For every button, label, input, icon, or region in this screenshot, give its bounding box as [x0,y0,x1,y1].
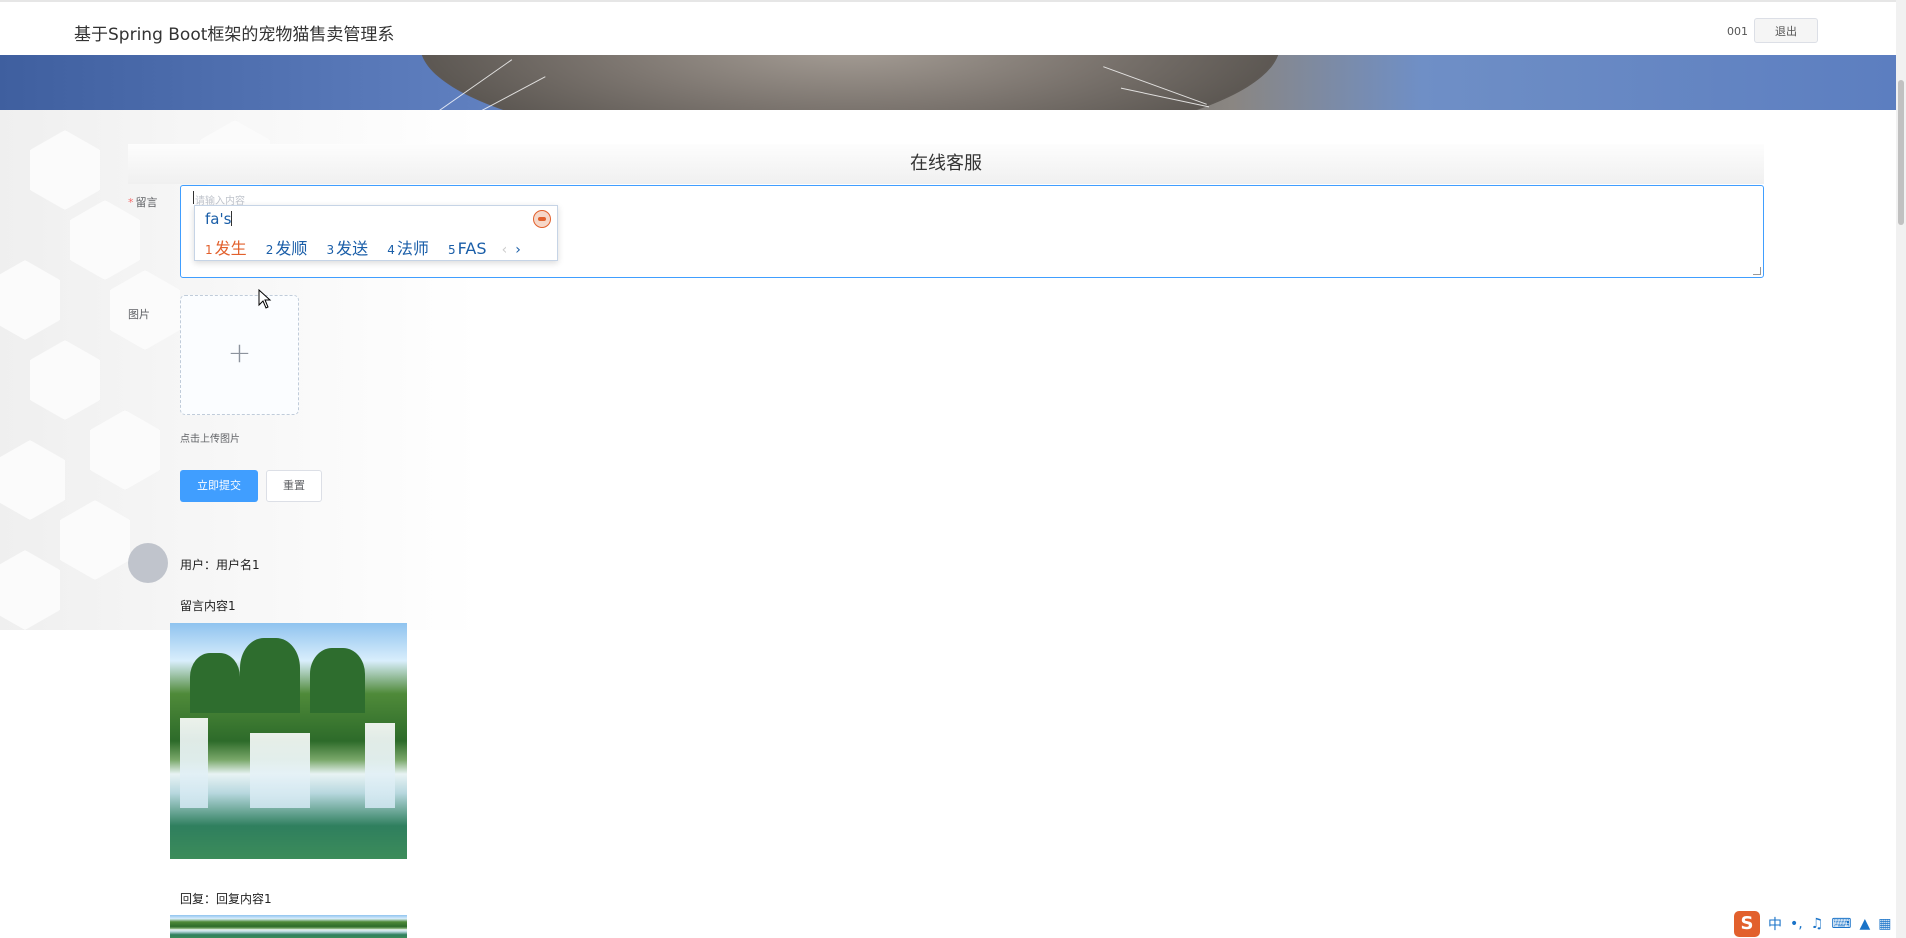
scrollbar-thumb[interactable] [1898,80,1904,225]
hexagon-decoration [0,260,60,340]
banner-image [0,55,1896,110]
ime-status-bar: S 中 •, ♫ ⌨ ▲ ▦ [1734,910,1892,938]
ime-candidate[interactable]: 4 法师 [387,239,429,258]
reset-button[interactable]: 重置 [266,470,322,502]
top-navbar: 基于Spring Boot框架的宠物猫售卖管理系 001 退出 [0,0,1896,55]
site-title: 基于Spring Boot框架的宠物猫售卖管理系 [74,25,395,45]
ime-cursor [231,211,233,226]
ime-candidate-number: 3 [326,243,335,257]
hexagon-decoration [30,340,100,420]
ime-next-page-icon[interactable]: › [515,242,521,258]
landscape-waterfall [365,723,395,808]
ime-candidate-number: 4 [387,243,395,257]
message-label-text: 留言 [135,196,158,209]
mouse-pointer-icon [258,289,272,309]
landscape-waterfall [180,718,208,808]
ime-candidate-text: 法师 [396,239,429,258]
reply-image [170,915,407,938]
toolbox-grid-icon[interactable]: ▦ [1878,916,1891,932]
landscape-mountain [240,638,300,713]
hexagon-decoration [60,500,130,580]
sogou-logo-icon[interactable]: S [1734,911,1760,937]
landscape-mountain [190,653,240,713]
ime-pinyin-input: fa's [205,210,233,228]
current-user-id: 001 [1727,25,1748,38]
skin-shirt-icon[interactable]: ▲ [1860,916,1871,932]
image-label: 图片 [128,308,150,321]
text-caret [193,191,194,204]
comment-user: 用户：用户名1 [180,558,260,572]
comment-image [170,623,407,859]
ime-language-mode[interactable]: 中 [1768,914,1782,934]
logout-button[interactable]: 退出 [1754,18,1818,43]
hexagon-decoration [0,550,60,630]
ime-candidate-number: 1 [205,243,213,257]
landscape-waterfall [250,733,310,808]
ime-candidate[interactable]: 1 发生 [205,239,247,258]
hexagon-decoration [30,130,100,210]
page-title: 在线客服 [128,144,1764,184]
landscape-mountain [310,648,365,713]
image-upload-button[interactable]: + [180,295,299,415]
ime-candidate-number: 2 [265,243,274,257]
ime-candidate-text: FAS [457,239,487,258]
required-mark: * [128,196,134,209]
ime-candidate-text: 发送 [336,239,369,258]
ime-pinyin-text: fa's [205,210,232,228]
microphone-icon[interactable]: ♫ [1811,916,1824,932]
plus-icon: + [227,336,252,369]
avatar [128,543,168,583]
resize-handle[interactable] [1753,267,1761,275]
sogou-skin-icon[interactable] [533,210,551,228]
ime-candidate[interactable]: 5 FAS [448,239,486,258]
ime-candidate-popup: fa's 1 发生 2 发顺 3 发送 4 法师 5 FAS ‹ › [194,205,558,261]
cat-banner-picture [420,55,1280,110]
submit-button[interactable]: 立即提交 [180,470,258,502]
ime-candidate-text: 发顺 [275,239,308,258]
hexagon-decoration [0,440,65,520]
comment-content: 留言内容1 [180,599,236,613]
message-label: * 留言 [128,194,158,210]
upload-hint: 点击上传图片 [180,434,240,445]
reply-content: 回复：回复内容1 [180,892,272,906]
ime-candidate-text: 发生 [214,239,247,258]
punctuation-mode-icon[interactable]: •, [1790,916,1803,932]
ime-prev-page-icon[interactable]: ‹ [502,242,508,258]
ime-candidate-list: 1 发生 2 发顺 3 发送 4 法师 5 FAS ‹ › [205,235,521,259]
ime-candidate[interactable]: 2 发顺 [266,239,308,258]
hexagon-decoration [90,410,160,490]
ime-candidate[interactable]: 3 发送 [327,239,369,258]
keyboard-icon[interactable]: ⌨ [1831,916,1851,932]
ime-candidate-number: 5 [448,243,456,257]
hexagon-decoration [70,200,140,280]
